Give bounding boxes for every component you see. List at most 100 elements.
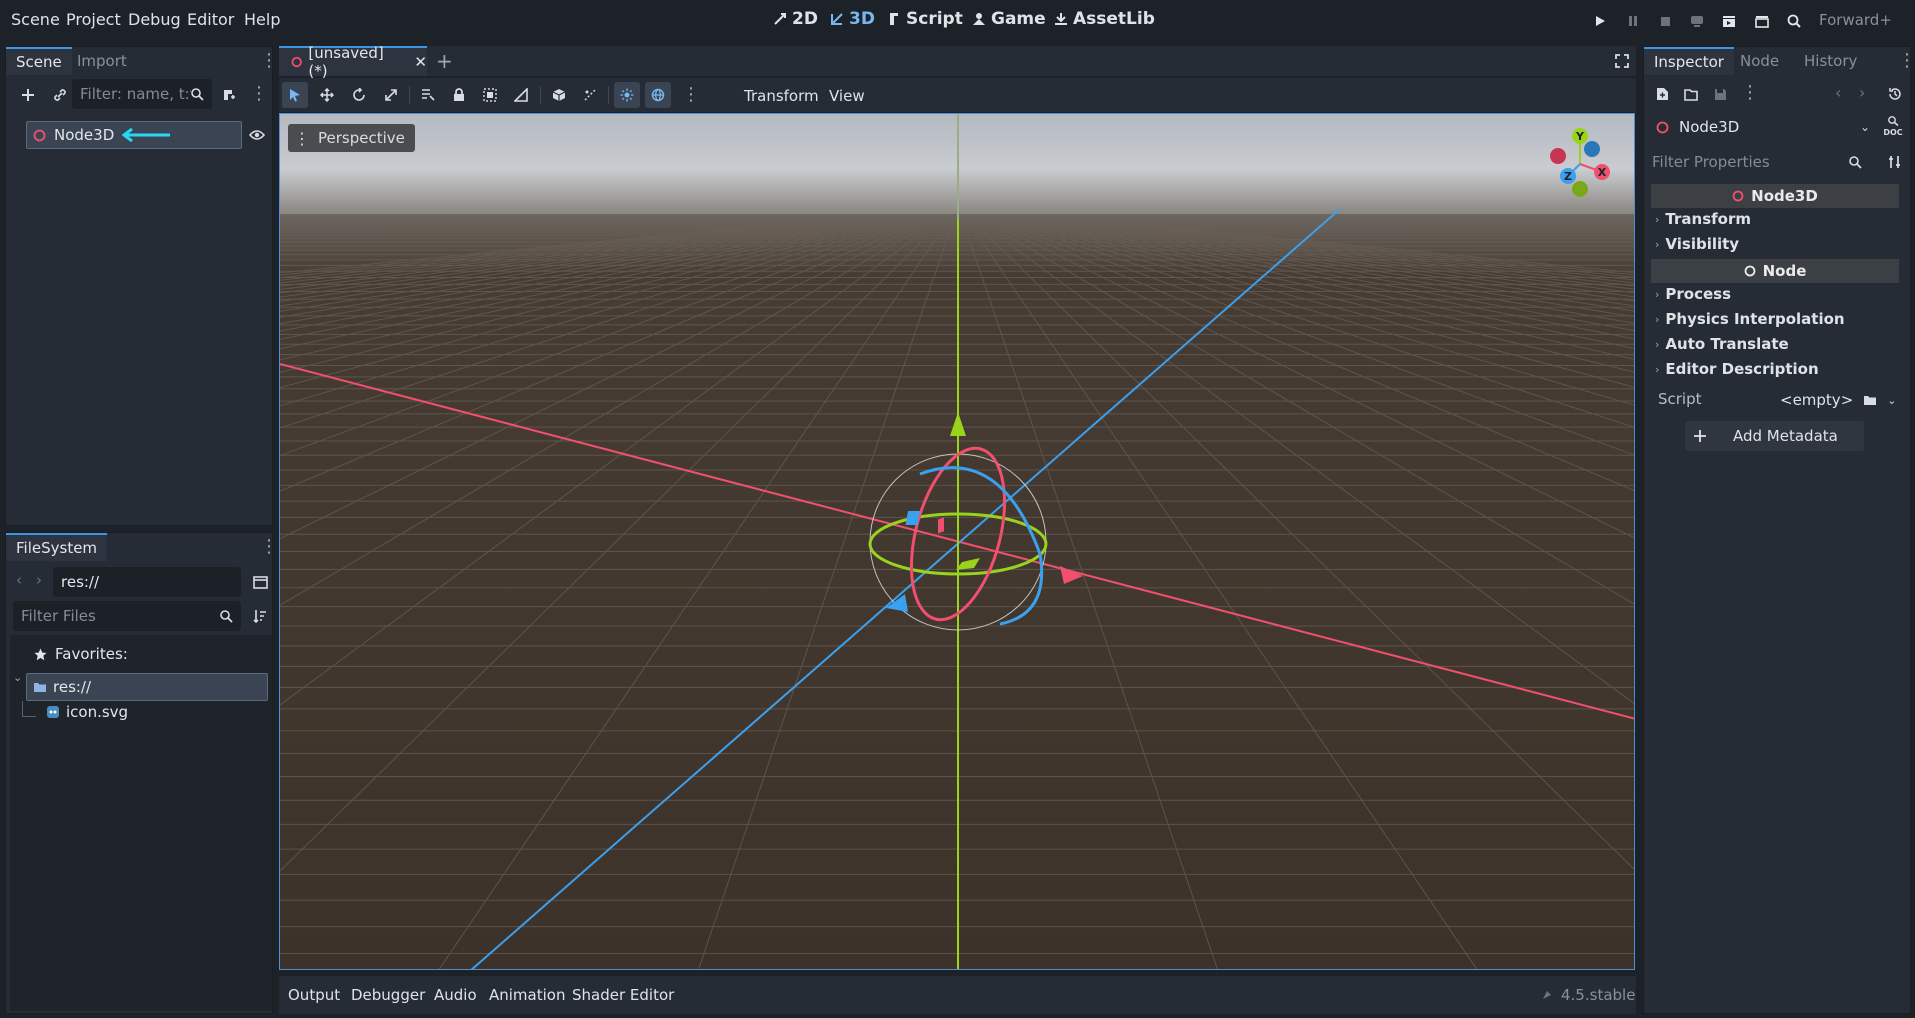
renderer-selector[interactable]: Forward+ [1819,11,1892,29]
section-auto-translate[interactable]: › Auto Translate [1655,335,1789,353]
favorites-row[interactable]: Favorites: [34,645,128,663]
distraction-free-button[interactable] [1609,48,1635,74]
snap-button[interactable] [577,82,603,108]
environment-menu-icon[interactable]: ⋮ [682,86,700,104]
resource-extra-menu-icon[interactable]: ⋮ [1741,84,1759,102]
scene-tree-menu-icon[interactable]: ⋮ [250,85,268,103]
filesystem-path-input[interactable]: res:// [53,567,241,597]
new-scene-tab-icon[interactable]: + [436,49,453,73]
toggle-split-button[interactable] [247,569,273,595]
scene-tab-unsaved[interactable]: [unsaved](*) ✕ [279,44,427,80]
history-back-icon[interactable]: ‹ [16,571,22,589]
object-history-button[interactable] [1882,81,1908,107]
attach-script-button[interactable] [216,82,242,108]
file-icon-svg-row[interactable]: icon.svg [46,703,128,721]
section-physics-interpolation[interactable]: › Physics Interpolation [1655,310,1845,328]
transform-menu[interactable]: Transform [744,87,819,105]
folder-icon [1864,396,1877,405]
local-space-button[interactable] [546,82,572,108]
folder-res-row[interactable]: res:// [26,673,268,701]
chevron-right-icon: › [1655,337,1660,351]
gizmo-neg-y-axis[interactable] [1572,181,1588,197]
scene-dock-menu-icon[interactable]: ⋮ [260,52,278,70]
previous-object-icon[interactable]: ‹ [1835,83,1841,102]
filesystem-filter-input[interactable]: Filter Files [13,601,241,631]
menu-editor[interactable]: Editor [187,10,234,29]
pause-icon [1629,16,1637,26]
tab-import[interactable]: Import [67,47,137,75]
inspector-dock-menu-icon[interactable]: ⋮ [1898,52,1915,70]
workspace-game-button[interactable]: Game [972,9,1046,29]
ruler-button[interactable] [508,82,534,108]
bottom-tab-output[interactable]: Output [288,986,340,1004]
bottom-tab-audio[interactable]: Audio [434,986,477,1004]
menu-scene[interactable]: Scene [11,10,60,29]
bottom-tab-debugger[interactable]: Debugger [351,986,425,1004]
3d-viewport[interactable]: ⋮ Perspective Y X Z [279,113,1635,970]
section-editor-description[interactable]: › Editor Description [1655,360,1819,378]
workspace-3d-button[interactable]: 3D [830,9,875,29]
menu-project[interactable]: Project [66,10,121,29]
sort-files-button[interactable] [247,603,273,629]
open-documentation-button[interactable]: DOC [1882,116,1904,137]
collapse-res-icon[interactable]: ⌄ [13,671,22,684]
rotate-tool-button[interactable] [346,82,372,108]
visibility-toggle[interactable] [244,122,270,148]
section-visibility[interactable]: › Visibility [1655,235,1739,253]
axis-navigation-gizmo[interactable]: Y X Z [1540,124,1620,204]
tab-inspector[interactable]: Inspector [1644,47,1734,75]
gizmo-neg-x-axis[interactable] [1550,148,1566,164]
scene-tab-label: [unsaved](*) [308,44,384,80]
tab-filesystem[interactable]: FileSystem [6,533,108,561]
lock-button[interactable] [446,82,472,108]
workspace-2d-button[interactable]: 2D [773,9,818,29]
bottom-tab-animation[interactable]: Animation [489,986,565,1004]
move-tool-button[interactable] [314,82,340,108]
script-property-value[interactable]: <empty> ⌄ [1780,388,1900,412]
tab-scene[interactable]: Scene [6,47,72,75]
add-metadata-button[interactable]: Add Metadata [1685,421,1864,451]
selectable-nodes-button[interactable] [415,82,441,108]
movie-maker-button[interactable] [1781,9,1807,33]
version-indicator[interactable]: 4.5.stable [1541,986,1635,1004]
remote-debug-button[interactable] [1684,9,1710,33]
run-current-scene-button[interactable] [1716,9,1742,33]
scale-tool-button[interactable] [378,82,404,108]
menu-debug[interactable]: Debug [128,10,181,29]
menu-help[interactable]: Help [244,10,280,29]
filter-properties-input[interactable]: Filter Properties [1648,147,1870,177]
view-menu[interactable]: View [829,87,865,105]
add-node-button[interactable] [15,82,41,108]
new-resource-button[interactable] [1649,81,1675,107]
instance-scene-button[interactable] [47,82,73,108]
workspace-assetlib-button[interactable]: AssetLib [1054,9,1155,29]
toggle-environment-button[interactable] [645,82,671,108]
select-tool-button[interactable] [282,82,308,108]
bottom-tab-shader-editor[interactable]: Shader Editor [572,986,674,1004]
property-tools-button[interactable] [1882,149,1908,175]
tab-history[interactable]: History [1794,47,1867,75]
scene-tree-node-node3d[interactable]: Node3D [26,121,242,149]
run-custom-scene-button[interactable] [1749,9,1775,33]
toggle-sun-button[interactable] [614,82,640,108]
section-process[interactable]: › Process [1655,285,1731,303]
pause-button[interactable] [1620,9,1646,33]
perspective-menu[interactable]: ⋮ Perspective [288,124,415,152]
workspace-script-button[interactable]: Script [888,9,963,29]
history-forward-icon[interactable]: › [36,571,42,589]
open-resource-button[interactable] [1678,81,1704,107]
next-object-icon[interactable]: › [1859,83,1865,102]
scene-filter-input[interactable]: Filter: name, t:t [72,79,212,109]
file-tree: Favorites: ⌄ res:// icon.svg [10,635,272,1011]
group-button[interactable] [477,82,503,108]
script-icon [890,13,898,25]
play-button[interactable] [1587,9,1613,33]
filesystem-menu-icon[interactable]: ⋮ [260,538,278,556]
gizmo-neg-z-axis[interactable] [1584,141,1600,157]
close-icon[interactable]: ✕ [414,53,427,71]
stop-button[interactable] [1652,9,1678,33]
selected-node-selector[interactable]: Node3D ⌄ [1650,113,1874,141]
save-resource-button[interactable] [1707,81,1733,107]
section-transform[interactable]: › Transform [1655,210,1751,228]
tab-node[interactable]: Node [1730,47,1789,75]
